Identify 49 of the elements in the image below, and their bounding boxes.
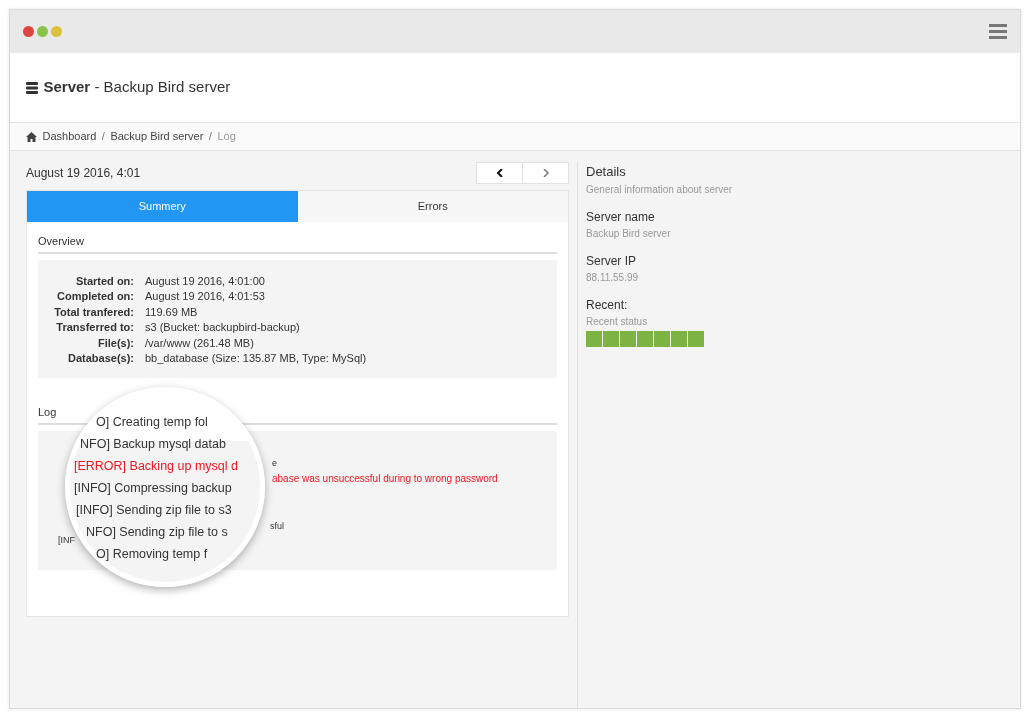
magnified-log-line: [INFO] Compressing backup bbox=[74, 479, 232, 497]
page-title: Server - Backup Bird server bbox=[43, 77, 231, 98]
magnified-log-line: O] Removing temp f bbox=[96, 545, 208, 563]
field-label: Transferred to: bbox=[55, 320, 134, 335]
breadcrumb-separator: / bbox=[208, 129, 212, 145]
details-title: Details bbox=[586, 163, 627, 181]
chevron-left-icon bbox=[496, 169, 503, 178]
chevron-right-icon bbox=[542, 169, 549, 178]
detail-label: Recent: bbox=[586, 296, 629, 314]
magnified-log-line: NFO] Sending zip file to s bbox=[86, 523, 228, 541]
menu-icon[interactable] bbox=[989, 24, 1007, 39]
window-control-dot[interactable] bbox=[23, 26, 34, 37]
field-value: August 19 2016, 4:01:53 bbox=[145, 289, 265, 304]
magnified-log-line: NFO] Backup mysql datab bbox=[80, 435, 226, 453]
breadcrumb-current: Log bbox=[217, 129, 236, 145]
details-subtitle: General information about server bbox=[586, 182, 734, 197]
section-title: Overview bbox=[38, 234, 84, 247]
field-value: 119.69 MB bbox=[145, 304, 198, 320]
detail-value: Backup Bird server bbox=[586, 226, 672, 241]
field-label: Completed on: bbox=[56, 289, 134, 304]
field-value: August 19 2016, 4:01:00 bbox=[145, 273, 265, 289]
tab[interactable]: Errors bbox=[297, 190, 568, 222]
breadcrumb-link[interactable]: Backup Bird server bbox=[110, 128, 204, 145]
log-line: e bbox=[272, 457, 277, 468]
breadcrumb-separator: / bbox=[101, 129, 105, 145]
field-label: Database(s): bbox=[66, 351, 134, 366]
field-value: s3 (Bucket: backupbird-backup) bbox=[145, 320, 300, 335]
field-label: Started on: bbox=[74, 273, 134, 289]
section-title: Log bbox=[38, 405, 57, 418]
server-icon bbox=[26, 81, 38, 94]
detail-label: Server IP bbox=[586, 252, 637, 270]
detail-value: Recent status bbox=[586, 314, 649, 329]
field-label: File(s): bbox=[96, 335, 134, 351]
magnified-log-line: O] Creating temp fol bbox=[96, 413, 208, 431]
field-value: /var/www (261.48 MB) bbox=[145, 335, 254, 351]
detail-value: 88.11.55.99 bbox=[586, 270, 640, 285]
log-line: abase was unsuccessful during to wrong password bbox=[272, 473, 498, 484]
home-icon[interactable] bbox=[26, 131, 37, 142]
magnified-log-line: [INFO] Sending zip file to s3 bbox=[76, 501, 232, 519]
detail-label: Server name bbox=[586, 208, 656, 226]
breadcrumb-link[interactable]: Dashboard bbox=[42, 128, 97, 145]
field-value: bb_database (Size: 135.87 MB, Type: MySql) bbox=[145, 351, 367, 366]
log-line: [INF bbox=[58, 534, 75, 545]
log-date: August 19 2016, 4:01 bbox=[26, 165, 141, 182]
window-control-dot[interactable] bbox=[36, 26, 48, 37]
window-control-dot[interactable] bbox=[50, 26, 62, 37]
magnified-log-line: [ERROR] Backing up mysql d bbox=[74, 457, 238, 475]
field-label: Total tranfered: bbox=[53, 304, 134, 320]
log-line: sful bbox=[270, 520, 284, 531]
